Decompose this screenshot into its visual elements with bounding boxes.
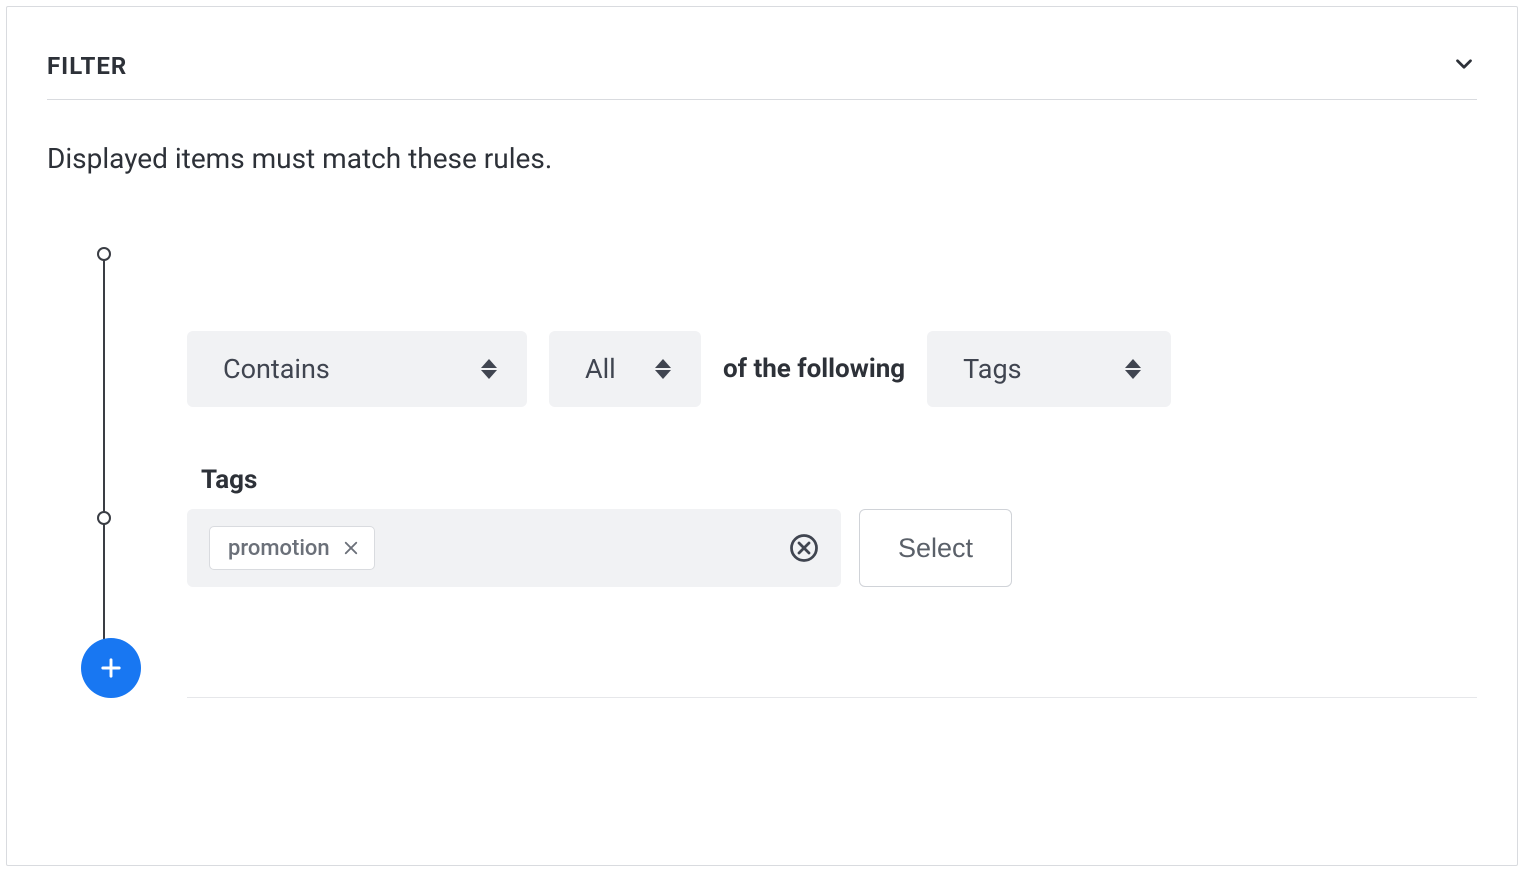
tags-row: promotion Select <box>187 509 1477 587</box>
quantifier-select-value: All <box>585 353 616 385</box>
rule-timeline <box>97 245 111 698</box>
rules-area: Contains All of the following Tags <box>97 245 1477 698</box>
quantifier-select[interactable]: All <box>549 331 701 407</box>
condition-row: Contains All of the following Tags <box>187 331 1477 407</box>
chevron-down-icon[interactable] <box>1451 51 1477 81</box>
target-select[interactable]: Tags <box>927 331 1171 407</box>
close-icon[interactable] <box>342 539 360 557</box>
target-select-value: Tags <box>963 353 1021 385</box>
sort-icon <box>481 359 497 379</box>
add-rule-button[interactable] <box>81 638 141 698</box>
tag-chip: promotion <box>209 526 375 570</box>
timeline-dot <box>97 247 111 261</box>
tag-chip-label: promotion <box>228 536 330 561</box>
rule-divider <box>187 697 1477 698</box>
clear-all-icon[interactable] <box>789 533 819 563</box>
timeline-line <box>103 252 105 668</box>
sort-icon <box>655 359 671 379</box>
select-button-label: Select <box>898 533 973 564</box>
tags-input[interactable]: promotion <box>187 509 841 587</box>
filter-header: FILTER <box>47 51 1477 100</box>
filter-description: Displayed items must match these rules. <box>47 142 1477 175</box>
operator-select-value: Contains <box>223 353 330 385</box>
condition-middle-text: of the following <box>723 354 905 384</box>
filter-panel: FILTER Displayed items must match these … <box>6 6 1518 866</box>
timeline-dot <box>97 511 111 525</box>
tags-label: Tags <box>201 465 1477 495</box>
operator-select[interactable]: Contains <box>187 331 527 407</box>
filter-title: FILTER <box>47 52 127 80</box>
select-tags-button[interactable]: Select <box>859 509 1012 587</box>
rule-body: Contains All of the following Tags <box>187 245 1477 698</box>
sort-icon <box>1125 359 1141 379</box>
